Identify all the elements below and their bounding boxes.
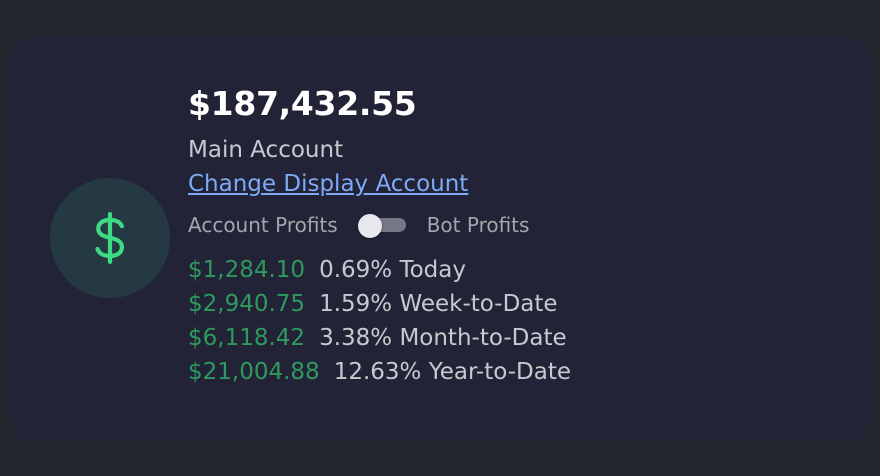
- stat-amount: $6,118.42: [188, 325, 306, 351]
- profit-stats-list: $1,284.10 0.69% Today $2,940.75 1.59% Week…: [188, 255, 571, 391]
- stat-row-month: $6,118.42 3.38% Month-to-Date: [188, 323, 571, 357]
- profit-mode-toggle-row: Account Profits Bot Profits: [188, 213, 530, 238]
- change-display-account-link[interactable]: Change Display Account: [188, 171, 468, 197]
- account-name: Main Account: [188, 137, 344, 163]
- stat-row-week: $2,940.75 1.59% Week-to-Date: [188, 289, 571, 323]
- stat-amount: $2,940.75: [188, 291, 306, 317]
- stat-percent: 1.59% Week-to-Date: [319, 291, 558, 317]
- bot-profits-label: Bot Profits: [426, 213, 530, 237]
- stat-percent: 0.69% Today: [319, 257, 466, 283]
- dollar-sign-icon: [95, 212, 125, 264]
- account-balance: $187,432.55: [188, 84, 417, 123]
- stat-percent: 12.63% Year-to-Date: [333, 359, 572, 385]
- stat-percent: 3.38% Month-to-Date: [319, 325, 567, 351]
- profit-mode-toggle[interactable]: [357, 214, 406, 238]
- toggle-knob: [357, 214, 382, 238]
- stat-amount: $1,284.10: [188, 257, 306, 283]
- account-profits-label: Account Profits: [188, 213, 338, 237]
- account-card: $187,432.55 Main Account Change Display …: [12, 37, 868, 440]
- dollar-avatar: [50, 178, 170, 298]
- stat-amount: $21,004.88: [188, 359, 320, 385]
- stat-row-today: $1,284.10 0.69% Today: [188, 255, 571, 289]
- stat-row-year: $21,004.88 12.63% Year-to-Date: [188, 357, 571, 391]
